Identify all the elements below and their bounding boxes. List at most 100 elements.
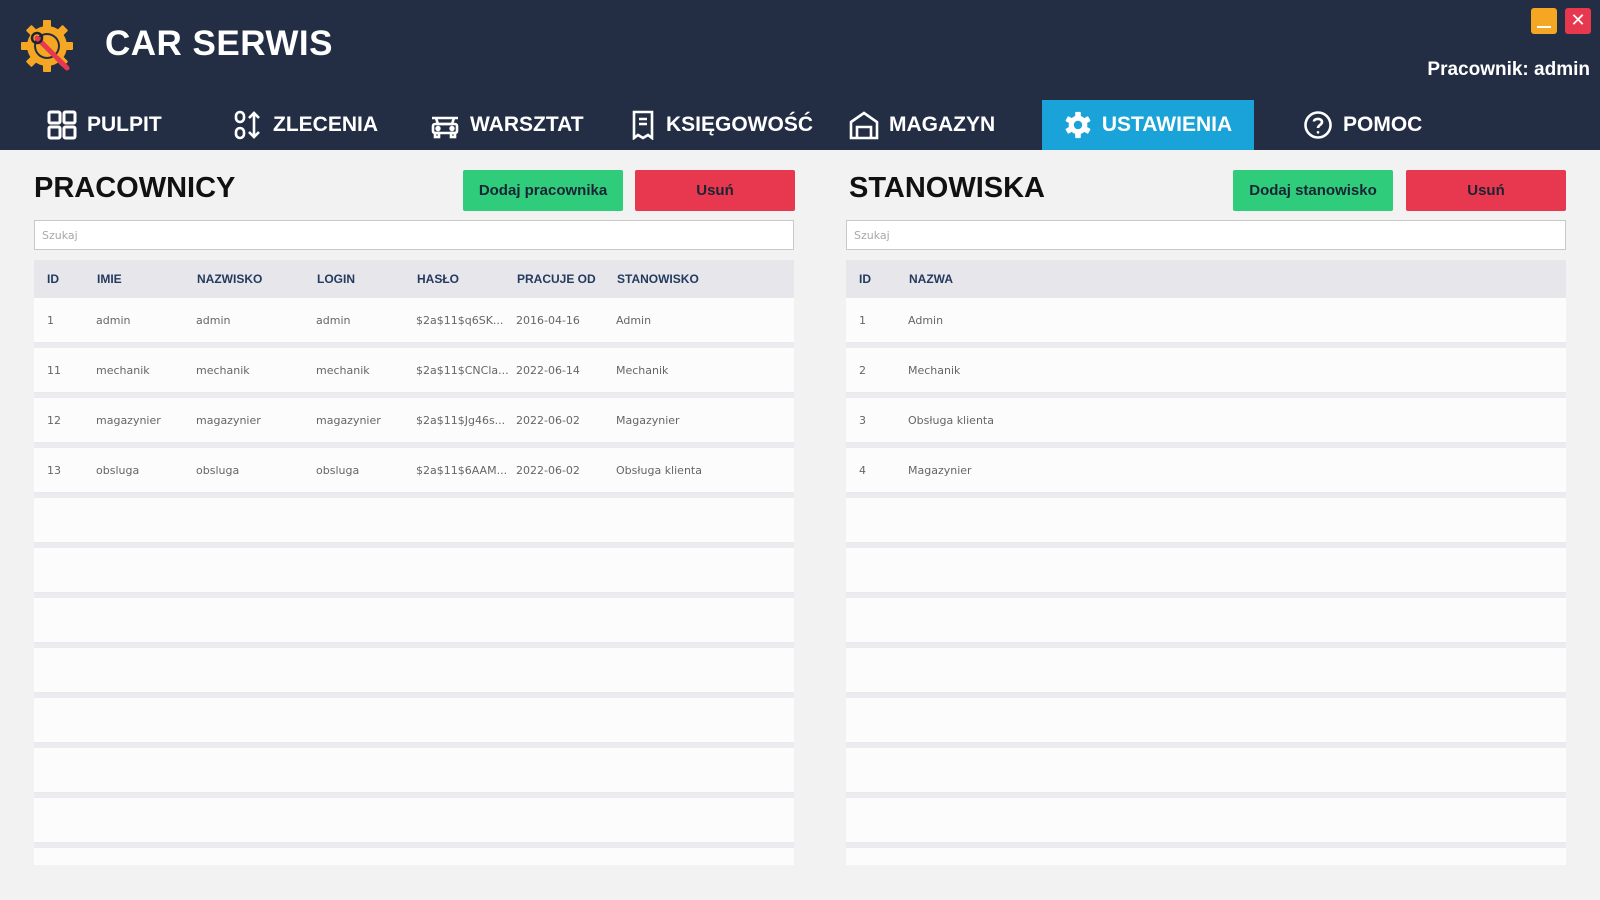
employees-table: ID IMIE NAZWISKO LOGIN HASŁO PRACUJE OD … [34,260,794,865]
column-header[interactable]: NAZWA [909,260,953,298]
empty-row [846,848,1566,865]
table-row[interactable]: 2 Mechanik [846,348,1566,393]
warehouse-icon [849,111,879,140]
tab-pomoc-label: POMOC [1343,113,1423,136]
empty-row [846,698,1566,743]
empty-row [846,548,1566,593]
positions-table-header: ID NAZWA [846,260,1566,298]
close-button[interactable]: ✕ [1565,8,1591,34]
cell-position: Admin [616,314,652,327]
add-position-button[interactable]: Dodaj stanowisko [1233,170,1393,211]
empty-row [34,798,794,843]
grid-icon [47,110,77,140]
cell-id: 13 [47,464,61,477]
column-header[interactable]: IMIE [97,260,122,298]
tab-ustawienia-label: USTAWIENIA [1101,113,1233,136]
tab-magazyn[interactable]: MAGAZYN [849,100,995,150]
cell-id: 1 [47,314,54,327]
cell-id: 3 [859,414,866,427]
empty-row [846,498,1566,543]
cell-last-name: magazynier [196,414,261,427]
empty-row [34,848,794,865]
column-header[interactable]: PRACUJE OD [517,260,596,298]
cell-last-name: mechanik [196,364,250,377]
table-row[interactable]: 12 magazynier magazynier magazynier $2a$… [34,398,794,443]
positions-table: ID NAZWA 1 Admin 2 Mechanik 3 Obsługa kl… [846,260,1566,865]
tab-ustawienia[interactable]: USTAWIENIA [1042,100,1254,150]
empty-row [34,698,794,743]
cell-position: Magazynier [616,414,680,427]
column-header[interactable]: ID [47,260,59,298]
cell-first-name: obsluga [96,464,140,477]
app-title: CAR SERWIS [105,24,333,63]
employees-title: PRACOWNICY [34,172,236,204]
positions-search-input[interactable] [846,220,1566,250]
cell-password: $2a$11$6AAM... [416,464,508,477]
car-icon [431,116,459,139]
table-row[interactable]: 13 obsluga obsluga obsluga $2a$11$6AAM..… [34,448,794,493]
tab-pulpit[interactable]: PULPIT [47,100,162,150]
empty-row [846,798,1566,843]
table-row[interactable]: 1 admin admin admin $2a$11$q6SK... 2016-… [34,298,794,343]
column-header[interactable]: HASŁO [417,260,459,298]
cell-first-name: magazynier [96,414,161,427]
cell-name: Admin [908,314,944,327]
column-header[interactable]: STANOWISKO [617,260,699,298]
cell-login: obsluga [316,464,360,477]
cell-id: 12 [47,414,61,427]
main-nav: PULPIT ZLECENIA WARSZTAT KSIĘGOWOŚĆ MAGA… [0,100,1600,150]
table-row[interactable]: 3 Obsługa klienta [846,398,1566,443]
minimize-button[interactable] [1531,8,1557,34]
empty-row [846,648,1566,693]
table-row[interactable]: 4 Magazynier [846,448,1566,493]
column-header[interactable]: NAZWISKO [197,260,262,298]
tab-ksiegowosc[interactable]: KSIĘGOWOŚĆ [630,100,813,150]
current-user-label: Pracownik: admin [1427,59,1590,80]
cell-password: $2a$11$q6SK... [416,314,504,327]
cell-position: Mechanik [616,364,669,377]
cell-id: 4 [859,464,866,477]
empty-row [846,598,1566,643]
tab-ksiegowosc-label: KSIĘGOWOŚĆ [666,113,814,136]
delete-position-button[interactable]: Usuń [1406,170,1566,211]
receipt-icon [632,110,654,140]
cell-position: Obsługa klienta [616,464,702,477]
column-header[interactable]: LOGIN [317,260,355,298]
cell-id: 2 [859,364,866,377]
cell-last-name: admin [196,314,231,327]
column-header[interactable]: ID [859,260,871,298]
tab-warsztat[interactable]: WARSZTAT [430,100,584,150]
cell-start-date: 2016-04-16 [516,314,580,327]
sort-icon [234,110,260,140]
cell-start-date: 2022-06-02 [516,414,580,427]
cell-password: $2a$11$CNCla... [416,364,509,377]
employees-search-input[interactable] [34,220,794,250]
tab-warsztat-label: WARSZTAT [470,113,584,136]
empty-row [34,498,794,543]
cell-login: magazynier [316,414,381,427]
employees-table-header: ID IMIE NAZWISKO LOGIN HASŁO PRACUJE OD … [34,260,794,298]
cell-name: Mechanik [908,364,961,377]
cell-name: Obsługa klienta [908,414,994,427]
empty-row [34,648,794,693]
cell-last-name: obsluga [196,464,240,477]
empty-row [846,748,1566,793]
gear-wrench-logo-icon [21,20,73,72]
empty-row [34,748,794,793]
table-row[interactable]: 1 Admin [846,298,1566,343]
cell-name: Magazynier [908,464,972,477]
positions-title: STANOWISKA [849,172,1046,204]
cell-start-date: 2022-06-02 [516,464,580,477]
cell-id: 1 [859,314,866,327]
tab-pomoc[interactable]: POMOC [1303,100,1422,150]
cell-login: mechanik [316,364,370,377]
cell-first-name: admin [96,314,131,327]
cell-password: $2a$11$Jg46s... [416,414,506,427]
tab-zlecenia[interactable]: ZLECENIA [233,100,378,150]
gear-icon [1065,111,1091,139]
tab-magazyn-label: MAGAZYN [889,113,996,136]
table-row[interactable]: 11 mechanik mechanik mechanik $2a$11$CNC… [34,348,794,393]
empty-row [34,598,794,643]
delete-employee-button[interactable]: Usuń [635,170,795,211]
add-employee-button[interactable]: Dodaj pracownika [463,170,623,211]
